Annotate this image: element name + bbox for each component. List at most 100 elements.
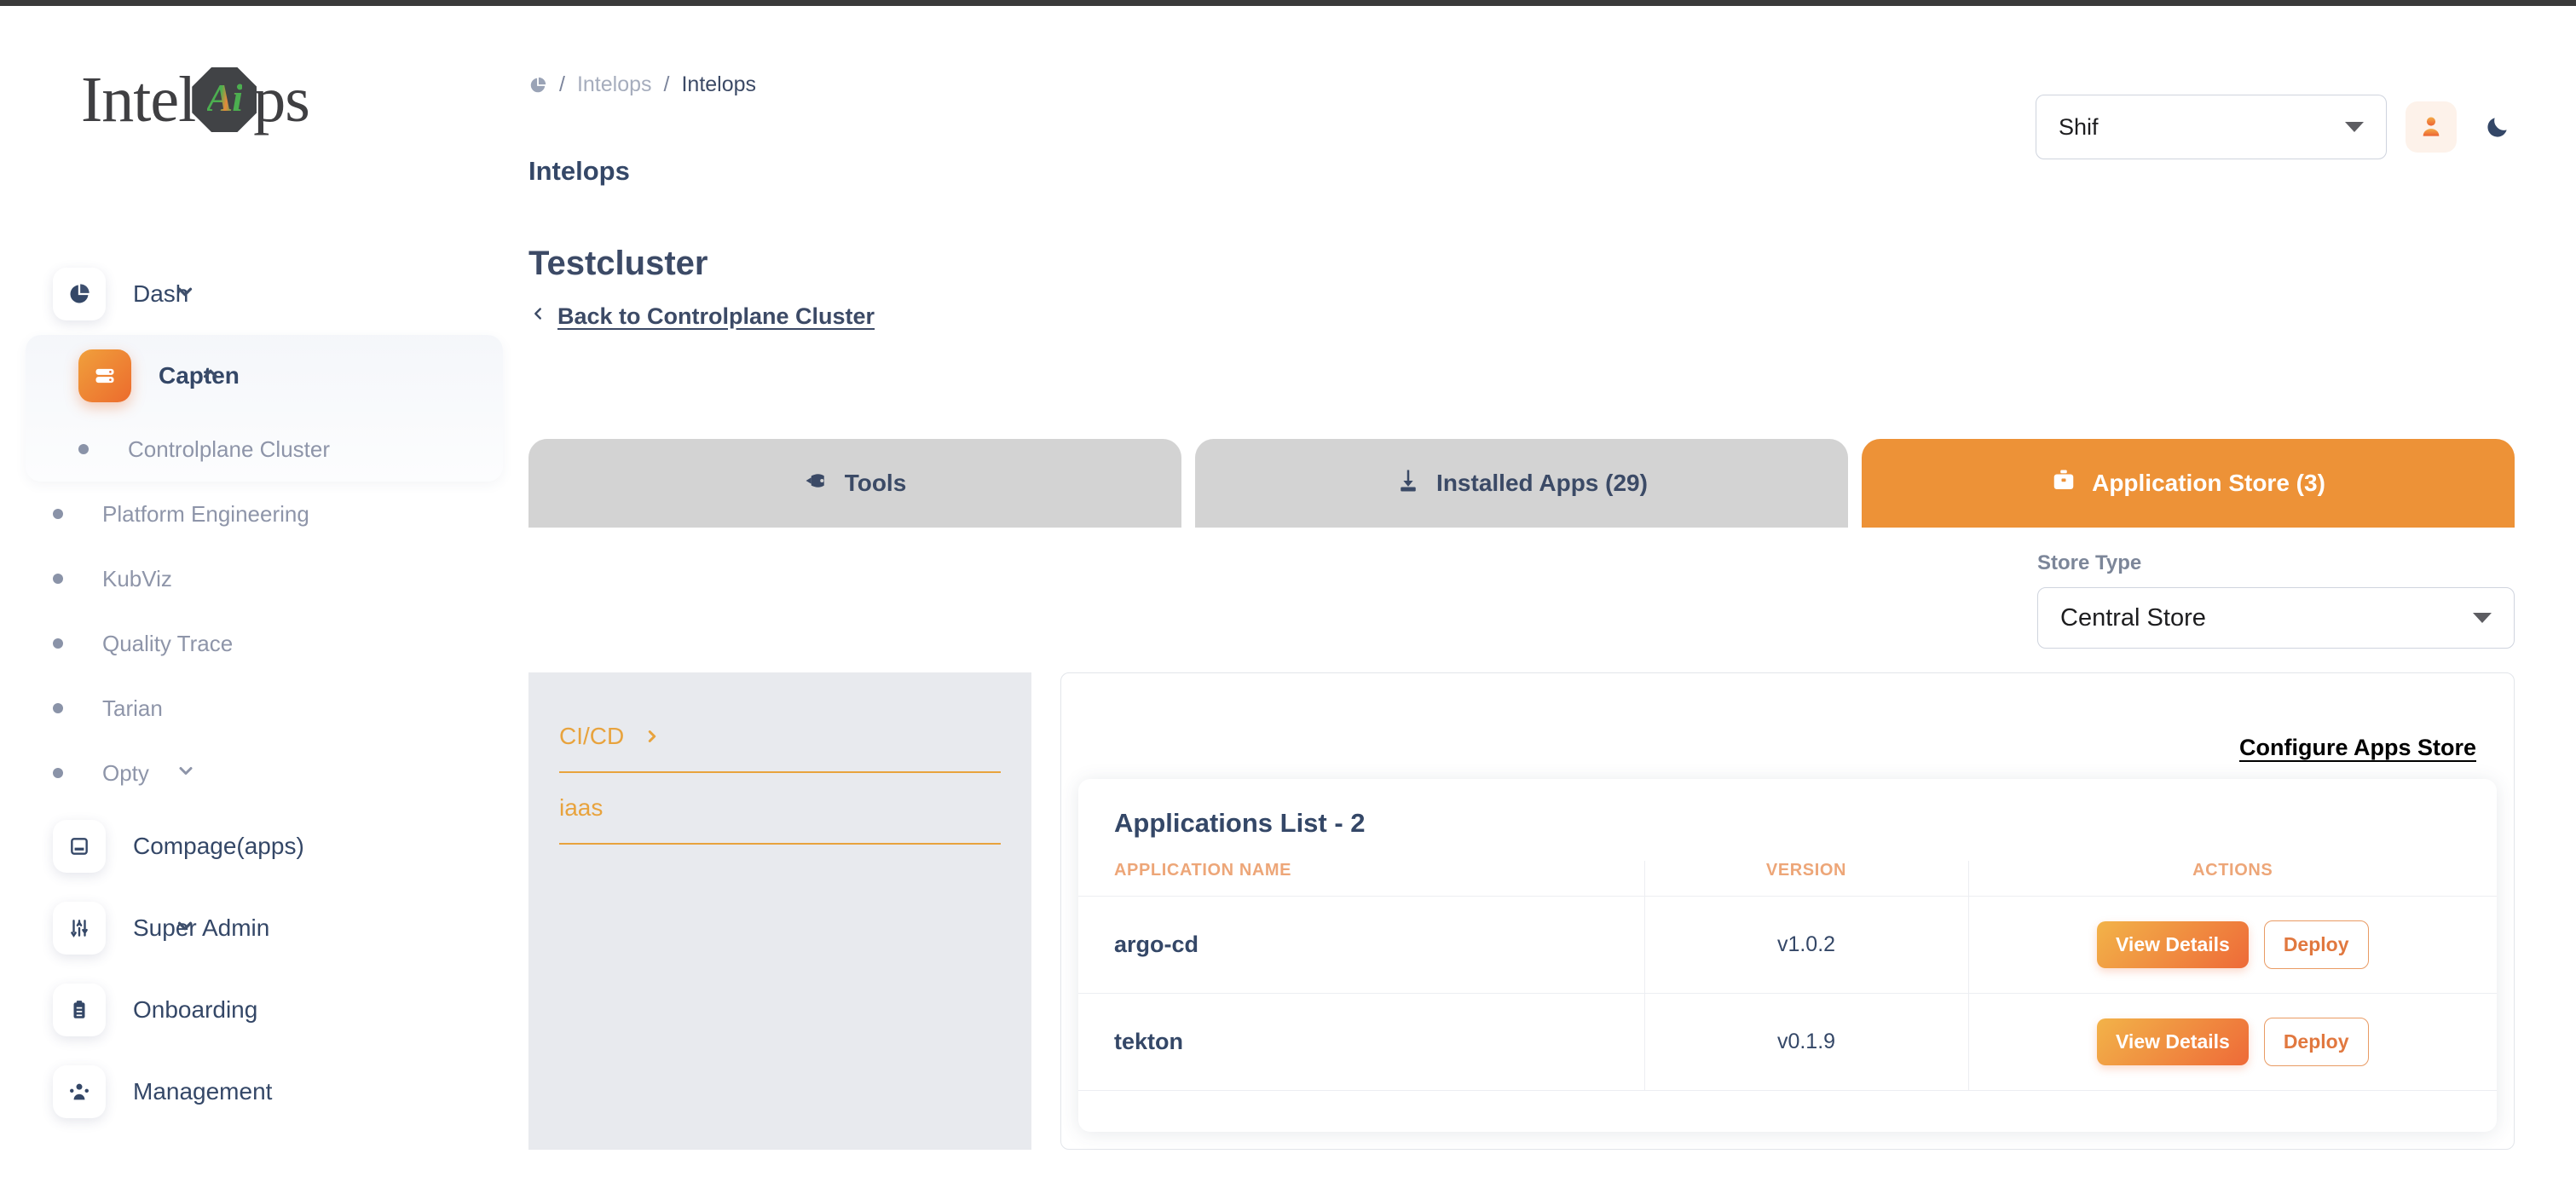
org-select-value: Shif [2059,113,2099,140]
tab-label: Application Store (3) [2092,470,2325,496]
avatar[interactable] [2406,101,2457,153]
sidebar-item-super-admin[interactable]: Super Admin [0,887,528,969]
page-title: Intelops [528,156,630,186]
sidebar-subitem-label: KubViz [102,565,172,591]
chevron-right-icon [643,725,661,747]
store-type-label: Store Type [2037,551,2142,574]
column-header-application-name: APPLICATION NAME [1078,861,1644,897]
window-icon [53,820,106,873]
server-icon [78,349,131,402]
back-to-controlplane-cluster-link[interactable]: Back to Controlplane Cluster [528,303,875,331]
theme-toggle[interactable] [2475,105,2520,149]
store-type-value: Central Store [2060,603,2206,632]
tab-label: Installed Apps (29) [1436,470,1648,496]
store-content: CI/CD iaas Configure Apps Store Applicat… [528,672,2515,1150]
sidebar: Intel Ai ps Dash Capten Controlplane Clu… [0,6,528,1200]
tab-bar: Tools Installed Apps (29) Application St… [528,439,2515,528]
tab-tools[interactable]: Tools [528,439,1181,528]
bullet-icon [53,768,63,778]
deploy-button[interactable]: Deploy [2263,920,2369,969]
breadcrumb-parent[interactable]: Intelops [577,72,652,97]
configure-apps-store-link[interactable]: Configure Apps Store [2239,735,2476,761]
top-strip [0,0,2576,6]
sidebar-item-compage[interactable]: Compage(apps) [0,805,528,887]
breadcrumb-separator: / [559,72,565,96]
deploy-button[interactable]: Deploy [2263,1018,2369,1066]
download-icon [1395,468,1421,499]
chevron-left-icon [528,303,547,331]
chevron-up-icon[interactable] [199,363,222,389]
cell-application-name: argo-cd [1078,896,1644,994]
app-logo[interactable]: Intel Ai ps [81,57,405,142]
sidebar-subitem-kubviz[interactable]: KubViz [0,546,528,611]
moon-icon [2487,118,2507,137]
logo-text-left: Intel [81,63,196,136]
breadcrumb-separator: / [663,72,670,96]
cluster-title: Testcluster [528,245,708,282]
briefcase-icon [2051,468,2076,499]
cell-version: v0.1.9 [1643,993,1968,1091]
sidebar-item-onboarding[interactable]: Onboarding [0,969,528,1051]
org-select[interactable]: Shif [2036,95,2387,159]
chevron-down-icon [2345,122,2364,132]
pie-chart-icon [53,268,106,320]
breadcrumb-current: Intelops [681,72,757,96]
store-type-field: Store Type Central Store [2037,551,2515,649]
table-row: argo-cd v1.0.2 View Details Deploy [1078,896,2497,994]
sidebar-subitem-label: Tarian [102,695,163,721]
view-details-button[interactable]: View Details [2097,1018,2249,1065]
logo-octagon-badge: Ai [192,67,257,132]
sidebar-subitem-opty[interactable]: Opty [0,741,528,805]
cell-application-name: tekton [1078,993,1644,1091]
sidebar-subitem-platform-engineering[interactable]: Platform Engineering [0,482,528,546]
chevron-down-icon[interactable] [176,761,196,786]
bullet-icon [53,703,63,713]
tab-application-store[interactable]: Application Store (3) [1862,439,2515,528]
sidebar-item-label: Compage(apps) [133,833,304,859]
sidebar-item-label: Management [133,1078,273,1105]
category-item-iaas[interactable]: iaas [559,773,1001,845]
sidebar-subitem-label: Platform Engineering [102,500,309,527]
back-link-label: Back to Controlplane Cluster [557,303,875,329]
sidebar-subitem-tarian[interactable]: Tarian [0,676,528,741]
chevron-down-icon[interactable] [174,915,196,942]
sidebar-item-dash[interactable]: Dash [0,253,528,335]
category-panel: CI/CD iaas [528,672,1031,1150]
header-actions: Shif [2036,95,2520,159]
applications-list-title: Applications List - 2 [1114,808,1366,838]
rocket-icon [804,468,829,499]
column-header-actions: ACTIONS [1967,861,2497,897]
applications-table-card: Applications List - 2 APPLICATION NAME V… [1078,779,2497,1132]
users-icon [53,1065,106,1118]
sidebar-item-label: Super Admin [133,914,270,941]
sidebar-item-capten[interactable]: Capten [53,335,503,417]
tab-installed-apps[interactable]: Installed Apps (29) [1195,439,1848,528]
cell-version: v1.0.2 [1643,896,1968,994]
store-type-select[interactable]: Central Store [2037,587,2515,649]
sidebar-subitem-controlplane-cluster[interactable]: Controlplane Cluster [53,417,503,482]
sidebar-item-label: Onboarding [133,996,258,1023]
applications-card: Configure Apps Store Applications List -… [1060,672,2515,1150]
pie-chart-icon[interactable] [528,76,547,95]
applications-table: APPLICATION NAME VERSION ACTIONS argo-cd… [1078,861,2497,1091]
sidebar-subitem-quality-trace[interactable]: Quality Trace [0,611,528,676]
sidebar-item-management[interactable]: Management [0,1051,528,1133]
cell-actions: View Details Deploy [1967,993,2497,1091]
sidebar-subitem-label: Quality Trace [102,630,234,656]
view-details-button[interactable]: View Details [2097,921,2249,968]
bullet-icon [78,444,89,454]
column-header-version: VERSION [1643,861,1968,897]
breadcrumb: / Intelops / Intelops [528,72,756,97]
tab-label: Tools [844,470,907,496]
chevron-down-icon[interactable] [174,281,196,308]
chevron-down-icon [2473,613,2492,623]
cell-actions: View Details Deploy [1967,896,2497,994]
logo-text-right: ps [253,63,310,136]
main-content: / Intelops / Intelops Intelops Shif Test… [528,6,2576,1200]
category-label: CI/CD [559,723,625,749]
sliders-icon [53,902,106,955]
logo-ai-text: Ai [206,76,243,119]
category-label: iaas [559,794,604,821]
category-item-cicd[interactable]: CI/CD [559,701,1001,773]
table-row: tekton v0.1.9 View Details Deploy [1078,993,2497,1091]
